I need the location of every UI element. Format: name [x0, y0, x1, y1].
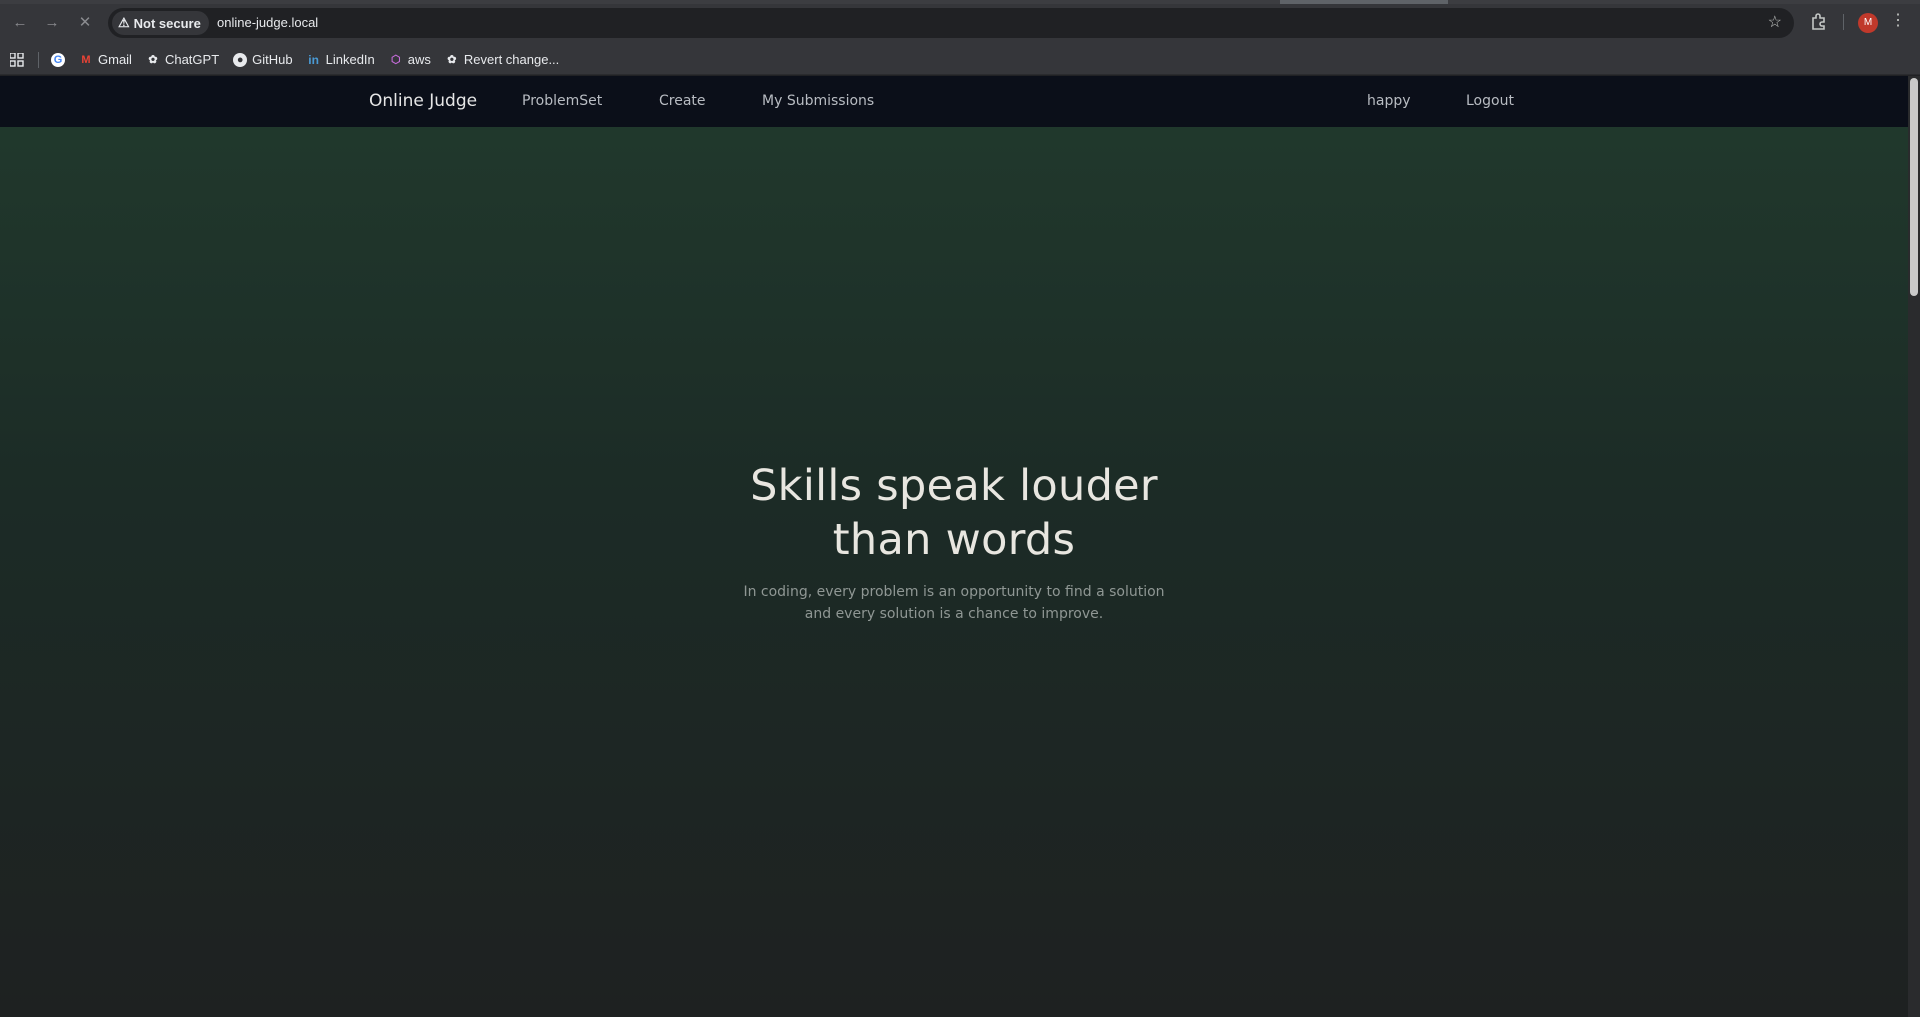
hero-title-line-1: Skills speak louder — [750, 461, 1158, 511]
bookmark-label: aws — [407, 52, 431, 67]
toolbar-divider — [1843, 14, 1844, 30]
bookmark-github[interactable]: ● GitHub — [233, 48, 293, 72]
hero-title: Skills speak louder than words — [0, 459, 1908, 567]
site-brand[interactable]: Online Judge — [369, 91, 477, 111]
forward-icon[interactable]: → — [41, 12, 63, 34]
hero-subtitle: In coding, every problem is an opportuni… — [0, 581, 1908, 625]
bookmarks-divider — [38, 51, 39, 68]
nav-username[interactable]: happy — [1367, 93, 1411, 109]
apps-grid-icon — [10, 52, 24, 67]
nav-logout[interactable]: Logout — [1466, 93, 1514, 109]
tab-strip — [0, 0, 1920, 4]
browser-toolbar: ← → ✕ ⚠ Not secure online-judge.local ☆ … — [0, 0, 1920, 45]
bookmark-star-icon[interactable]: ☆ — [1768, 12, 1782, 32]
page-scrollbar[interactable] — [1908, 76, 1920, 1017]
bookmarks-bar: G M Gmail ✿ ChatGPT ● GitHub in LinkedIn… — [0, 45, 1920, 75]
bookmark-google[interactable]: G — [51, 48, 65, 72]
hero-section: Skills speak louder than words In coding… — [0, 459, 1908, 625]
google-icon: G — [51, 52, 65, 67]
nav-link-problemset[interactable]: ProblemSet — [522, 93, 602, 109]
bookmark-label: Revert change... — [463, 52, 560, 67]
bookmark-label: GitHub — [252, 52, 293, 67]
bookmark-label: LinkedIn — [325, 52, 375, 67]
bookmark-linkedin[interactable]: in LinkedIn — [307, 48, 375, 72]
browser-menu-icon[interactable]: ⋮ — [1890, 10, 1906, 32]
apps-button[interactable] — [10, 48, 24, 72]
security-chip[interactable]: ⚠ Not secure — [112, 11, 209, 35]
stop-loading-icon[interactable]: ✕ — [74, 12, 96, 34]
site-navbar: Online Judge ProblemSet Create My Submis… — [0, 76, 1908, 127]
bookmark-gmail[interactable]: M Gmail — [79, 48, 132, 72]
bookmark-revert-change[interactable]: ✿ Revert change... — [445, 48, 559, 72]
address-bar[interactable]: ⚠ Not secure online-judge.local ☆ — [108, 8, 1794, 38]
hero-subtitle-line-2: and every solution is a chance to improv… — [804, 606, 1104, 622]
linkedin-icon: in — [308, 52, 319, 67]
bookmark-label: Gmail — [98, 52, 132, 67]
warning-icon: ⚠ — [118, 15, 130, 30]
security-label: Not secure — [133, 15, 201, 31]
chatgpt-icon: ✿ — [447, 54, 457, 66]
url-text[interactable]: online-judge.local — [217, 15, 318, 30]
scrollbar-thumb[interactable] — [1910, 78, 1918, 296]
chatgpt-icon: ✿ — [148, 54, 158, 66]
github-icon: ● — [233, 52, 248, 67]
bookmark-aws[interactable]: ⬡ aws — [389, 48, 431, 72]
back-icon[interactable]: ← — [9, 12, 31, 34]
nav-link-my-submissions[interactable]: My Submissions — [762, 93, 874, 109]
bookmark-label: ChatGPT — [164, 52, 220, 67]
profile-avatar[interactable]: M — [1858, 13, 1878, 33]
hero-title-line-2: than words — [832, 515, 1076, 565]
aws-cube-icon: ⬡ — [390, 54, 401, 66]
hero-subtitle-line-1: In coding, every problem is an opportuni… — [743, 584, 1165, 600]
extensions-icon[interactable] — [1809, 11, 1829, 31]
page-content: Online Judge ProblemSet Create My Submis… — [0, 76, 1908, 1017]
gmail-icon: M — [81, 53, 91, 66]
nav-link-create[interactable]: Create — [659, 93, 706, 109]
bookmark-chatgpt[interactable]: ✿ ChatGPT — [146, 48, 219, 72]
